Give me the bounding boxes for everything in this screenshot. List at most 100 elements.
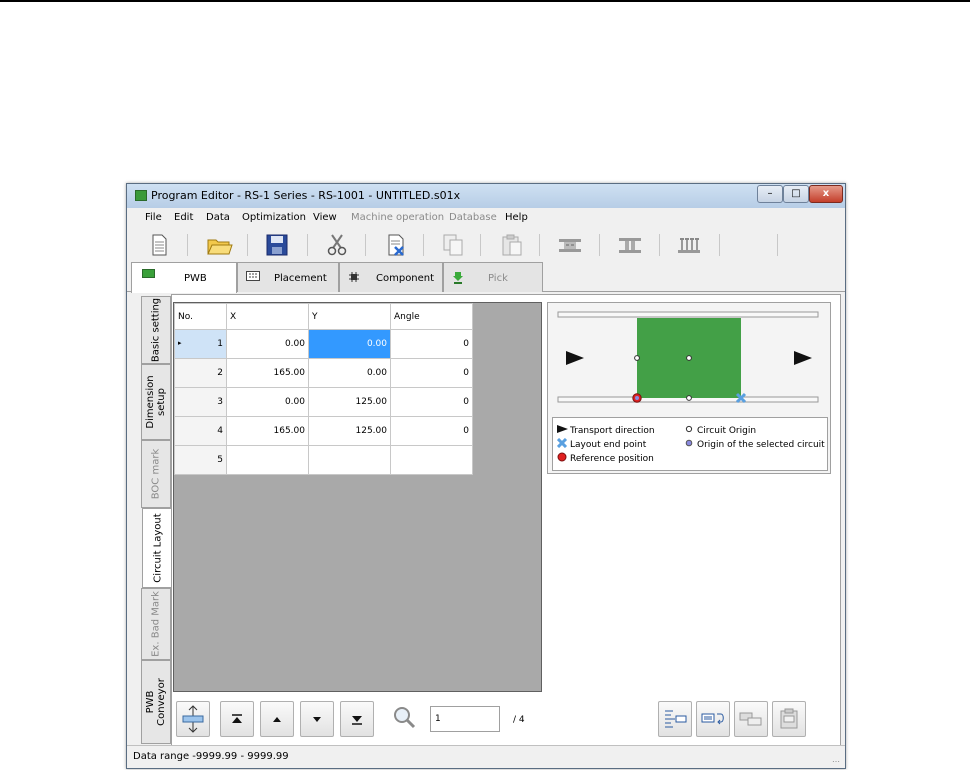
column-header-x[interactable]: X <box>226 303 309 330</box>
menu-edit[interactable]: Edit <box>174 212 193 223</box>
tab-component[interactable]: Component <box>339 262 443 292</box>
move-down-button[interactable] <box>300 701 334 737</box>
angle-cell[interactable]: 0 <box>390 387 473 417</box>
selected-origin-marker <box>635 396 639 400</box>
close-button[interactable]: x <box>809 185 843 203</box>
angle-cell[interactable]: 0 <box>390 358 473 388</box>
machine-a-icon[interactable] <box>555 232 585 258</box>
legend-reference-label: Reference position <box>570 454 654 464</box>
x-cell[interactable] <box>226 445 309 475</box>
toolbar-separator <box>659 234 660 256</box>
legend-transport-label: Transport direction <box>570 426 655 436</box>
angle-cell[interactable]: 0 <box>390 329 473 359</box>
move-up-button[interactable] <box>260 701 294 737</box>
side-tab-dimension-setup[interactable]: Dimension setup <box>141 364 171 440</box>
side-tab-pwb-conveyor[interactable]: PWB Conveyor <box>141 660 171 744</box>
layout-preview-canvas <box>557 311 819 404</box>
machine-b-icon[interactable] <box>615 232 645 258</box>
side-tab-ex-bad-mark[interactable]: Ex. Bad Mark <box>141 588 171 660</box>
circuit-origin-marker <box>686 355 692 361</box>
y-cell[interactable]: 125.00 <box>308 416 391 446</box>
x-cell[interactable]: 0.00 <box>226 329 309 359</box>
row-number-cell[interactable]: 4 <box>174 416 227 446</box>
move-bottom-button[interactable] <box>340 701 374 737</box>
maximize-button[interactable]: □ <box>783 185 809 203</box>
toolbar-separator <box>307 234 308 256</box>
machine-c-icon[interactable] <box>674 232 704 258</box>
layout-expand-button[interactable] <box>658 701 692 737</box>
column-header-angle[interactable]: Angle <box>390 303 473 330</box>
page-number-input[interactable]: 1 <box>430 706 500 732</box>
y-cell[interactable] <box>308 445 391 475</box>
conveyor-rail-top <box>557 311 819 318</box>
toolbar-separator <box>187 234 188 256</box>
angle-cell[interactable]: 0 <box>390 416 473 446</box>
table-row[interactable]: 3 0.00 125.00 0 <box>174 387 473 417</box>
table-row[interactable]: 2 165.00 0.00 0 <box>174 358 473 388</box>
circuit-table: No. X Y Angle ▸ 1 0.00 0.00 0 2 165.00 0.… <box>174 303 473 475</box>
table-row[interactable]: 4 165.00 125.00 0 <box>174 416 473 446</box>
move-top-button[interactable] <box>220 701 254 737</box>
row-number-cell[interactable]: 5 <box>174 445 227 475</box>
y-cell[interactable]: 0.00 <box>308 329 391 359</box>
move-top-icon <box>232 714 242 723</box>
paste-icon[interactable] <box>497 232 527 258</box>
toolbar-separator <box>480 234 481 256</box>
top-tabs: PWB Placement Component Pick <box>127 262 845 293</box>
y-cell[interactable]: 0.00 <box>308 358 391 388</box>
component-tab-icon <box>348 271 360 286</box>
program-editor-window: Program Editor - RS-1 Series - RS-1001 -… <box>126 183 846 769</box>
pick-tab-icon <box>452 271 464 287</box>
angle-cell[interactable] <box>390 445 473 475</box>
save-icon[interactable] <box>262 232 292 258</box>
toolbar-separator <box>423 234 424 256</box>
menu-optimization[interactable]: Optimization <box>242 212 306 223</box>
search-button[interactable] <box>388 701 422 737</box>
cut-icon[interactable] <box>322 232 352 258</box>
toolbar-separator <box>777 234 778 256</box>
resize-grip-icon[interactable]: … <box>832 755 842 765</box>
transport-arrow-left <box>566 351 584 365</box>
tab-pwb[interactable]: PWB <box>131 262 237 293</box>
x-cell[interactable]: 165.00 <box>226 358 309 388</box>
layout-wrap-button[interactable] <box>696 701 730 737</box>
layout-paste-button[interactable] <box>772 701 806 737</box>
page-top-rule <box>0 0 970 2</box>
transport-direction-icon <box>557 425 568 433</box>
copy-icon[interactable] <box>438 232 468 258</box>
tab-placement[interactable]: Placement <box>237 262 339 292</box>
menu-file[interactable]: File <box>145 212 162 223</box>
table-row[interactable]: ▸ 1 0.00 0.00 0 <box>174 329 473 359</box>
status-bar: Data range -9999.99 - 9999.99 … <box>127 745 845 768</box>
menu-data[interactable]: Data <box>206 212 230 223</box>
tab-pick[interactable]: Pick <box>443 262 543 292</box>
menu-machine-operation[interactable]: Machine operation <box>351 212 444 223</box>
x-cell[interactable]: 165.00 <box>226 416 309 446</box>
y-cell[interactable]: 125.00 <box>308 387 391 417</box>
row-height-button[interactable] <box>176 701 210 737</box>
row-number-cell[interactable]: ▸ 1 <box>174 329 227 359</box>
side-tab-basic-setting[interactable]: Basic setting <box>141 296 171 364</box>
table-row[interactable]: 5 <box>174 445 473 475</box>
side-tab-circuit-layout[interactable]: Circuit Layout <box>142 508 172 588</box>
menu-view[interactable]: View <box>313 212 337 223</box>
open-folder-icon[interactable] <box>204 232 234 258</box>
column-header-no[interactable]: No. <box>174 303 227 330</box>
row-number-cell[interactable]: 3 <box>174 387 227 417</box>
side-tab-boc-mark[interactable]: BOC mark <box>141 440 171 508</box>
column-header-y[interactable]: Y <box>308 303 391 330</box>
row-number-cell[interactable]: 2 <box>174 358 227 388</box>
legend-selected-origin-label: Origin of the selected circuit <box>697 440 825 450</box>
layout-grid-pane: No. X Y Angle ▸ 1 0.00 0.00 0 2 165.00 0.… <box>173 302 542 692</box>
side-tabs: Basic setting Dimension setup BOC mark C… <box>141 296 172 744</box>
minimize-button[interactable]: – <box>757 185 783 203</box>
side-tab-label: Basic setting <box>150 297 162 363</box>
toolbar-separator <box>539 234 540 256</box>
new-file-icon[interactable] <box>144 232 174 258</box>
menu-help[interactable]: Help <box>505 212 528 223</box>
layout-copy-button[interactable] <box>734 701 768 737</box>
menu-database[interactable]: Database <box>449 212 497 223</box>
x-cell[interactable]: 0.00 <box>226 387 309 417</box>
search-icon <box>394 707 416 729</box>
delete-icon[interactable] <box>381 232 411 258</box>
